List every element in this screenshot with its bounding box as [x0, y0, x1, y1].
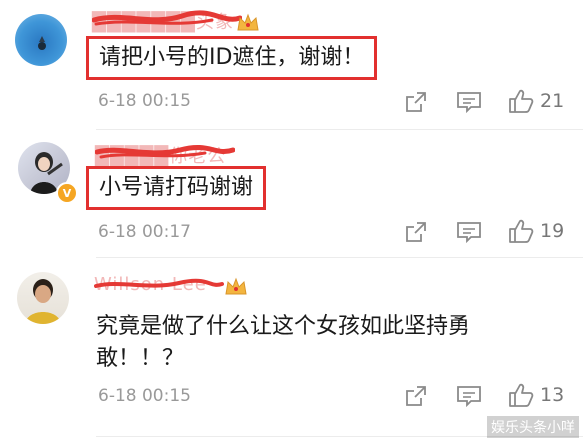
comment-text-line-1: 究竟是做了什么让这个女孩如此坚持勇	[96, 314, 471, 339]
username[interactable]: ███████头象	[92, 8, 242, 33]
like-count: 19	[540, 220, 565, 242]
timestamp: 6-18 00:15	[98, 91, 191, 111]
redaction-scribble	[92, 10, 242, 26]
like-count: 13	[540, 384, 565, 406]
avatar[interactable]	[17, 272, 69, 324]
timestamp: 6-18 00:15	[98, 386, 191, 406]
comment-2: V █████你老公 小号请打码谢谢 6-18 00:17 19	[0, 130, 583, 258]
like-count: 21	[540, 90, 565, 112]
like-icon[interactable]	[508, 382, 534, 408]
crown-icon	[225, 277, 247, 295]
comment-3: Willson Lee 究竟是做了什么让这个女孩如此坚持勇 敢！！？ 6-18 …	[0, 258, 583, 442]
crown-icon	[237, 13, 259, 31]
username[interactable]: █████你老公	[95, 142, 235, 167]
avatar-image	[25, 279, 61, 324]
timestamp: 6-18 00:17	[98, 222, 191, 242]
reply-icon[interactable]	[456, 220, 482, 244]
share-icon[interactable]	[404, 90, 428, 114]
redaction-scribble	[94, 278, 224, 288]
avatar[interactable]	[15, 14, 67, 66]
share-icon[interactable]	[404, 220, 428, 244]
reply-icon[interactable]	[456, 90, 482, 114]
like-icon[interactable]	[508, 88, 534, 114]
redaction-scribble	[95, 144, 235, 159]
comment-text-line-2: 敢！！？	[96, 346, 185, 371]
reply-icon[interactable]	[456, 384, 482, 408]
verified-badge: V	[56, 182, 78, 204]
share-icon[interactable]	[404, 384, 428, 408]
comment-1: ███████头象 请把小号的ID遮住，谢谢！ 6-18 00:15 21	[0, 0, 583, 130]
comment-text: 小号请打码谢谢	[86, 166, 267, 210]
watermark: 娱乐头条小咩	[487, 416, 579, 438]
comment-text: 请把小号的ID遮住，谢谢！	[86, 36, 378, 80]
avatar-image	[38, 36, 46, 50]
username[interactable]: Willson Lee	[94, 274, 224, 296]
like-icon[interactable]	[508, 218, 534, 244]
